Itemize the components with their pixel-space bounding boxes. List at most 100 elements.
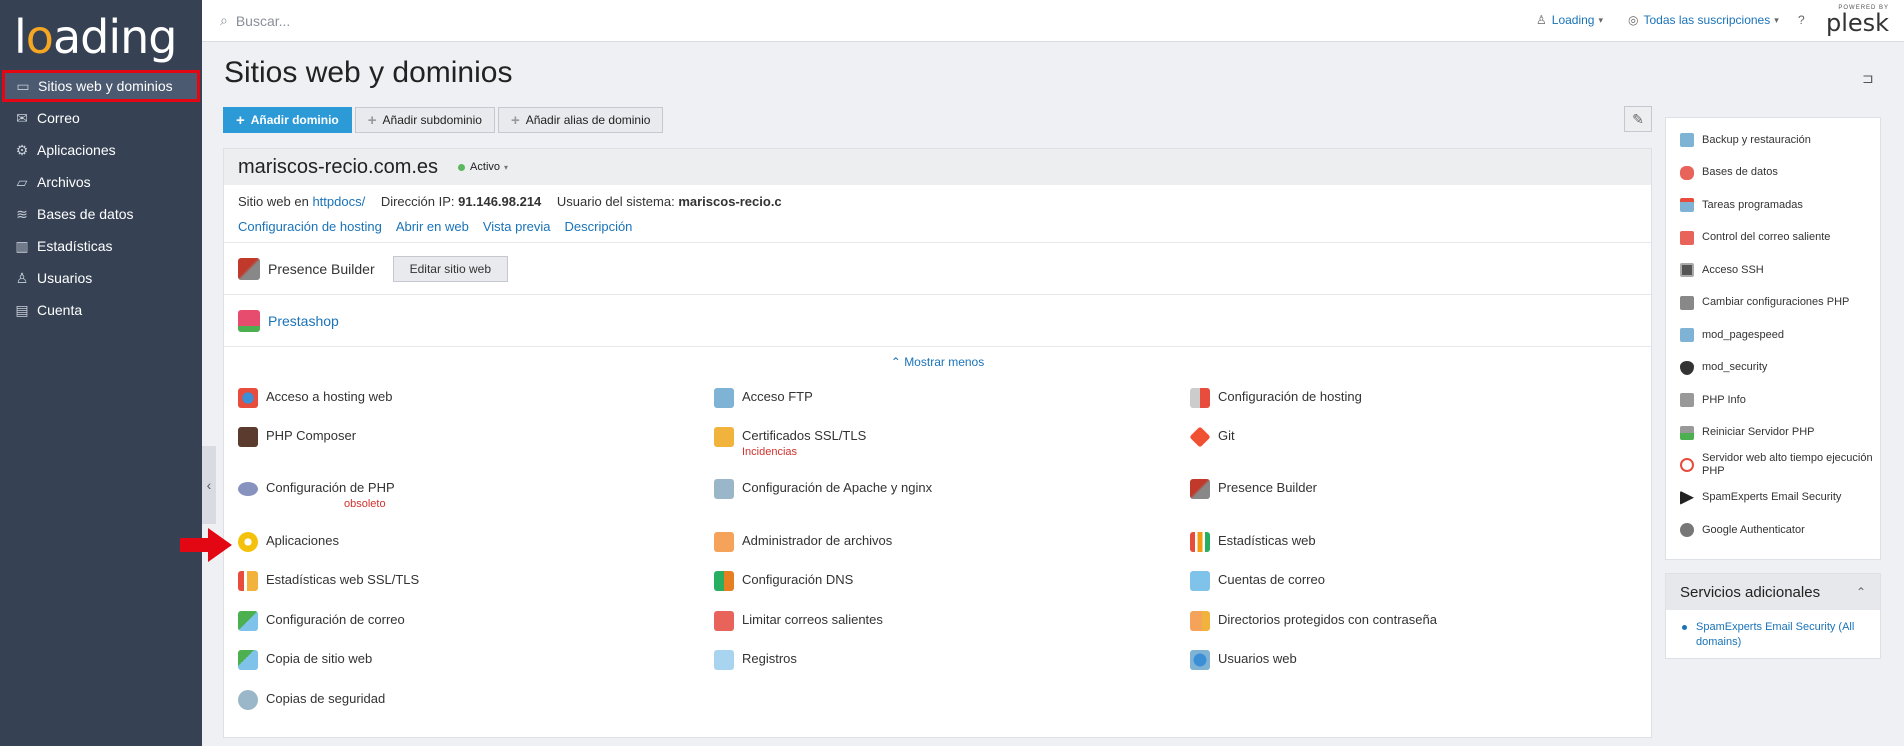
- domain-header: mariscos-recio.com.es Activo ▾: [224, 149, 1651, 185]
- right-item-spamexperts[interactable]: SpamExperts Email Security: [1666, 482, 1880, 515]
- layers-icon: ≋: [16, 205, 28, 222]
- tool-backups[interactable]: Copias de seguridad: [238, 690, 385, 710]
- presence-builder-icon: [238, 257, 260, 280]
- user-menu[interactable]: ♙ Loading ▾: [1536, 13, 1603, 27]
- apache-nginx-icon: [714, 479, 734, 499]
- right-item-scheduled-tasks[interactable]: Tareas programadas: [1666, 189, 1880, 222]
- tool-hosting-settings[interactable]: Configuración de hosting: [1190, 388, 1362, 408]
- plus-icon: +: [236, 111, 245, 129]
- right-item-long-exec-php[interactable]: Servidor web alto tiempo ejecución PHP: [1666, 449, 1880, 482]
- panel-toggle-icon[interactable]: ⊐: [1862, 70, 1874, 87]
- add-alias-button[interactable]: + Añadir alias de dominio: [497, 107, 664, 133]
- page-title: Sitios web y dominios: [224, 56, 513, 89]
- additional-services-header[interactable]: Servicios adicionales ⌃: [1666, 574, 1880, 610]
- search-icon: ⌕: [220, 12, 228, 28]
- right-item-ssh[interactable]: Acceso SSH: [1666, 254, 1880, 287]
- spamexperts-all-domains-link[interactable]: SpamExperts Email Security (All domains): [1666, 610, 1880, 650]
- sidebar-collapse-handle[interactable]: ‹: [202, 446, 216, 524]
- search-box[interactable]: ⌕ Buscar...: [220, 12, 290, 29]
- chevron-left-icon: ‹: [206, 477, 212, 493]
- right-item-pagespeed[interactable]: mod_pagespeed: [1666, 319, 1880, 352]
- domain-name[interactable]: mariscos-recio.com.es: [238, 156, 438, 179]
- ftp-icon: [714, 388, 734, 408]
- toolbar: + Añadir dominio + Añadir subdominio + Añad…: [223, 107, 664, 133]
- domain-links: Configuración de hosting Abrir en web Vi…: [224, 211, 1651, 242]
- add-subdomain-button[interactable]: + Añadir subdominio: [354, 107, 495, 133]
- mail-settings-icon: [238, 611, 258, 631]
- bar-chart-icon: [1190, 532, 1210, 552]
- tool-applications[interactable]: Aplicaciones: [238, 532, 339, 552]
- tool-mail-settings[interactable]: Configuración de correo: [238, 611, 405, 631]
- description-link[interactable]: Descripción: [565, 219, 633, 234]
- right-item-google-auth[interactable]: Google Authenticator: [1666, 514, 1880, 547]
- right-item-mod-security[interactable]: mod_security: [1666, 352, 1880, 385]
- right-item-php-info[interactable]: PHP Info: [1666, 384, 1880, 417]
- briefcase-icon: ▤: [15, 301, 29, 318]
- pagespeed-icon: [1680, 328, 1694, 343]
- help-icon[interactable]: ?: [1798, 13, 1805, 27]
- wrench-icon[interactable]: ✎: [1624, 106, 1652, 132]
- bar-chart-icon: ▥: [15, 237, 29, 254]
- tool-website-copy[interactable]: Copia de sitio web: [238, 650, 372, 670]
- right-item-php-settings[interactable]: Cambiar configuraciones PHP: [1666, 287, 1880, 320]
- tool-web-users[interactable]: Usuarios web: [1190, 650, 1297, 670]
- shield-icon: [1680, 360, 1694, 375]
- right-item-databases[interactable]: Bases de datos: [1666, 157, 1880, 190]
- brand-logo[interactable]: loading: [14, 10, 177, 64]
- presence-builder-icon: [1190, 479, 1210, 499]
- tool-ftp-access[interactable]: Acceso FTP: [714, 388, 813, 408]
- status-dot: [458, 163, 466, 171]
- topbar: ⌕ Buscar... ♙ Loading ▾ ◎ Todas las suscripc…: [202, 0, 1904, 42]
- preview-link[interactable]: Vista previa: [483, 219, 551, 234]
- tool-web-hosting-access[interactable]: Acceso a hosting web: [238, 388, 392, 408]
- lock-icon: [714, 427, 734, 447]
- tool-file-manager[interactable]: Administrador de archivos: [714, 532, 892, 552]
- status-dropdown[interactable]: Activo ▾: [458, 161, 508, 173]
- php-icon: [238, 482, 258, 496]
- tool-php-composer[interactable]: PHP Composer: [238, 427, 356, 447]
- sidebar-item-statistics[interactable]: ▥ Estadísticas: [0, 230, 202, 262]
- sidebar-item-databases[interactable]: ≋ Bases de datos: [0, 198, 202, 230]
- tool-ssl-web-statistics[interactable]: Estadísticas web SSL/TLS: [238, 571, 419, 591]
- tool-dns-settings[interactable]: Configuración DNS: [714, 571, 853, 591]
- search-input[interactable]: Buscar...: [236, 13, 290, 29]
- additional-services-panel: Servicios adicionales ⌃ SpamExperts Email…: [1665, 573, 1881, 659]
- subscriptions-menu[interactable]: ◎ Todas las suscripciones ▾: [1628, 13, 1779, 27]
- sidebar-item-websites[interactable]: ▭ Sitios web y dominios: [2, 70, 200, 102]
- tool-mail-accounts[interactable]: Cuentas de correo: [1190, 571, 1325, 591]
- plesk-logo[interactable]: POWERED BY plesk: [1826, 5, 1889, 35]
- tool-apache-nginx[interactable]: Configuración de Apache y nginx: [714, 479, 932, 499]
- open-in-web-link[interactable]: Abrir en web: [396, 219, 469, 234]
- add-domain-button[interactable]: + Añadir dominio: [223, 107, 352, 133]
- sidebar-item-apps[interactable]: ⚙ Aplicaciones: [0, 134, 202, 166]
- tool-limit-outgoing[interactable]: Limitar correos salientes: [714, 611, 883, 631]
- ssl-statistics-icon: [238, 571, 258, 591]
- user-icon: ♙: [1536, 13, 1547, 27]
- clock-icon: [1680, 458, 1694, 473]
- sidebar-item-users[interactable]: ♙ Usuarios: [0, 262, 202, 294]
- tool-presence-builder[interactable]: Presence Builder: [1190, 479, 1317, 499]
- edit-site-button[interactable]: Editar sitio web: [392, 255, 508, 282]
- globe-icon: [238, 388, 258, 408]
- httpdocs-link[interactable]: httpdocs/: [312, 194, 365, 209]
- monitor-icon: ▭: [16, 77, 30, 94]
- sidebar-item-files[interactable]: ▱ Archivos: [0, 166, 202, 198]
- right-item-backup[interactable]: Backup y restauración: [1666, 124, 1880, 157]
- right-item-outgoing-mail[interactable]: Control del correo saliente: [1666, 222, 1880, 255]
- tool-php-settings[interactable]: Configuración de PHP obsoleto: [238, 480, 395, 510]
- prestashop-link[interactable]: Prestashop: [268, 313, 339, 329]
- dns-icon: [714, 571, 734, 591]
- sidebar-item-mail[interactable]: ✉ Correo: [0, 102, 202, 134]
- show-less-link[interactable]: ⌃ Mostrar menos: [224, 346, 1651, 375]
- hosting-settings-icon: [1190, 388, 1210, 408]
- backup-icon: [1680, 133, 1694, 148]
- tool-ssl-certificates[interactable]: Certificados SSL/TLS Incidencias: [714, 427, 866, 458]
- tool-protected-directories[interactable]: Directorios protegidos con contraseña: [1190, 611, 1437, 631]
- right-item-restart-php[interactable]: Reiniciar Servidor PHP: [1666, 417, 1880, 450]
- tool-git[interactable]: Git: [1189, 426, 1235, 448]
- tool-web-statistics[interactable]: Estadísticas web: [1190, 532, 1316, 552]
- presence-builder-row: Presence Builder Editar sitio web: [224, 242, 1651, 294]
- sidebar-item-account[interactable]: ▤ Cuenta: [0, 294, 202, 326]
- tool-logs[interactable]: Registros: [714, 650, 797, 670]
- hosting-settings-link[interactable]: Configuración de hosting: [238, 219, 382, 234]
